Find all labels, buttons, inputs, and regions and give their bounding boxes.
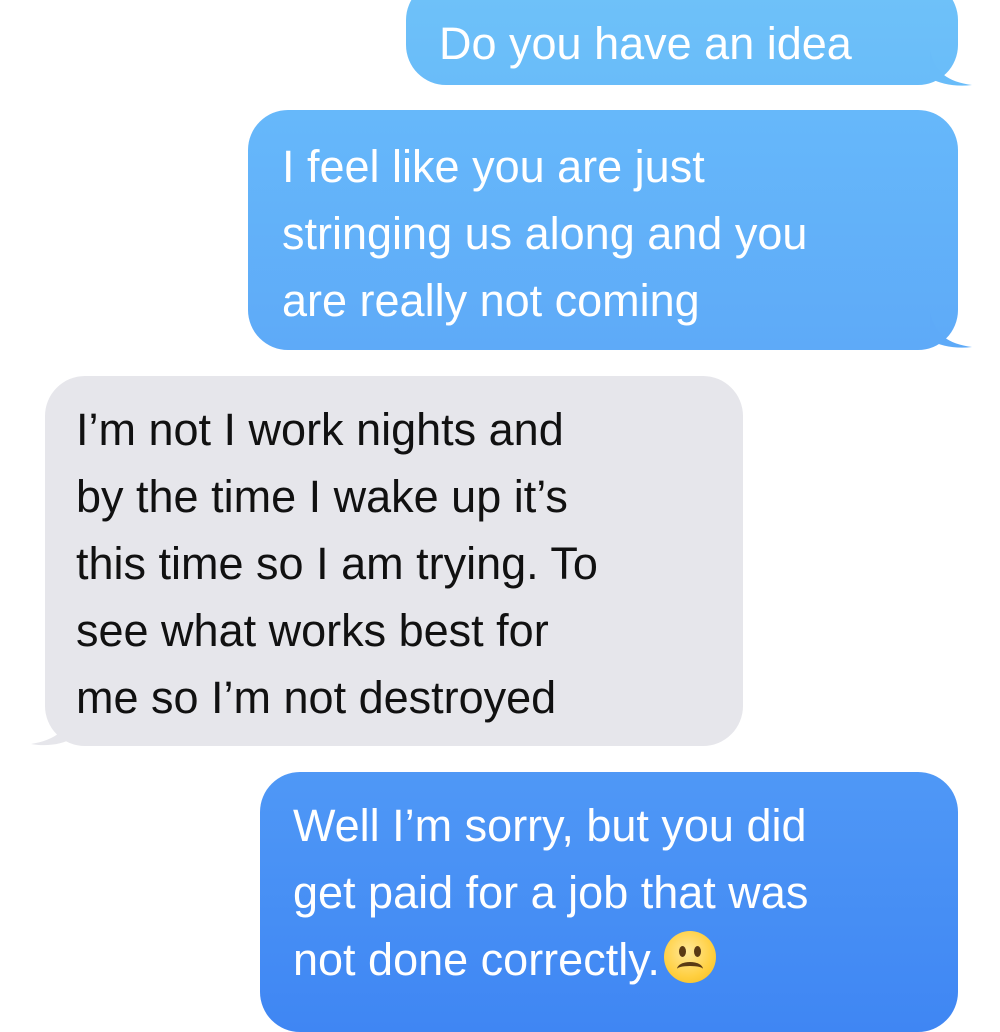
message-text-line: stringing us along and you — [282, 208, 808, 259]
received-message-bubble[interactable]: I’m not I work nights and by the time I … — [45, 376, 743, 746]
message-text-line: are really not coming — [282, 275, 700, 326]
received-bubble-tail — [31, 708, 73, 746]
message-text-line: see what works best for — [76, 605, 549, 656]
message-text-line: this time so I am trying. To — [76, 538, 598, 589]
message-text-line: by the time I wake up it’s — [76, 471, 568, 522]
message-text-line: get paid for a job that was — [293, 867, 809, 918]
sent-message-bubble[interactable]: Do you have an idea — [406, 0, 958, 85]
message-text-line: not done correctly. — [293, 926, 958, 993]
sent-bubble-tail — [930, 312, 972, 348]
message-text-line: I feel like you are just — [282, 141, 705, 192]
message-text-segment: not done correctly. — [293, 934, 660, 985]
sent-bubble-tail — [930, 50, 972, 86]
sent-message-bubble[interactable]: I feel like you are just stringing us al… — [248, 110, 958, 350]
message-text-line: I’m not I work nights and — [76, 404, 564, 455]
message-text-line: Well I’m sorry, but you did — [293, 800, 807, 851]
sent-message-bubble[interactable]: Well I’m sorry, but you did get paid for… — [260, 772, 958, 1032]
frowning-face-emoji-icon — [663, 931, 716, 983]
message-text-line: me so I’m not destroyed — [76, 672, 557, 723]
message-text-line: Do you have an idea — [439, 18, 852, 69]
